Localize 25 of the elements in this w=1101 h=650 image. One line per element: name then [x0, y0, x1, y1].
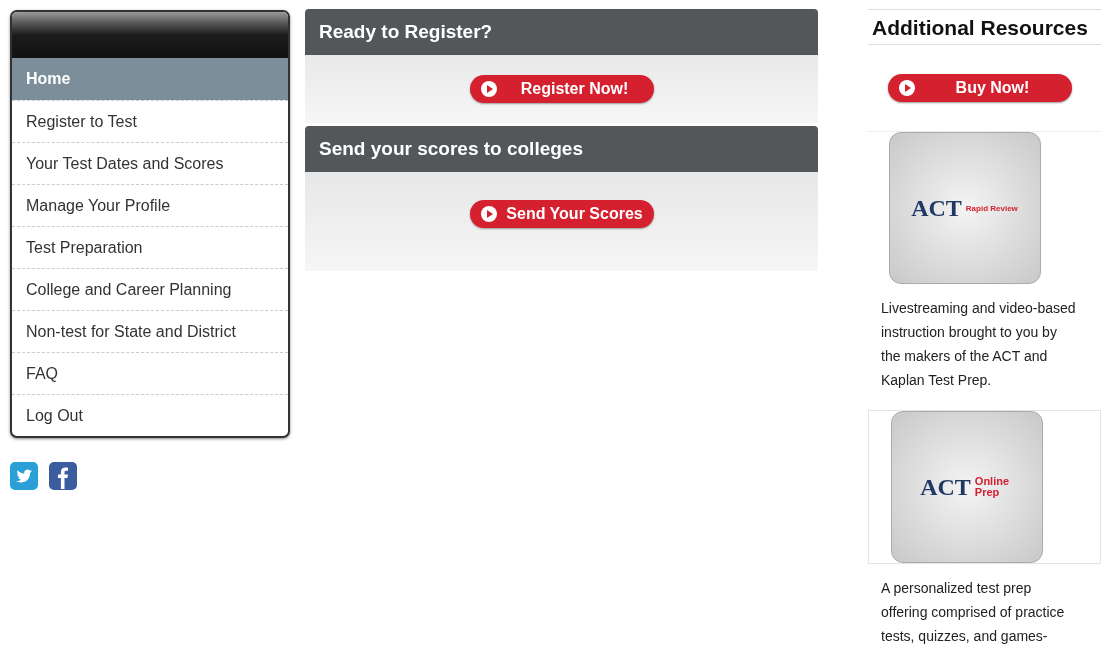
product-description: Livestreaming and video-based instruction brought to you by the makers of the ACT and Kaplan Test Prep. — [881, 299, 1077, 390]
play-icon — [479, 80, 498, 98]
menu-item[interactable]: Register to Test — [12, 100, 288, 142]
menu-item[interactable]: College and Career Planning — [12, 268, 288, 310]
action-button[interactable]: Register Now! — [469, 75, 654, 103]
menu-item[interactable]: Non-test for State and District — [12, 310, 288, 352]
logo-tagline: Rapid Review — [965, 203, 1018, 213]
menu-item[interactable]: Manage Your Profile — [12, 184, 288, 226]
f-icon[interactable] — [49, 462, 77, 490]
bird-icon[interactable] — [10, 462, 38, 490]
section-heading: Additional Resources — [868, 9, 1101, 45]
panel-title: Ready to Register? — [319, 21, 493, 43]
product-description: A personalized test prep offering comprised of practice tests, quizzes, and games- — [881, 579, 1066, 646]
menu-item[interactable]: Your Test Dates and Scores — [12, 142, 288, 184]
menu-item[interactable]: FAQ — [12, 352, 288, 394]
action-button[interactable]: Send Your Scores — [469, 200, 654, 228]
panel-title: Send your scores to colleges — [319, 138, 583, 160]
menu-item[interactable]: Test Preparation — [12, 226, 288, 268]
logo-text: ACT — [920, 473, 971, 501]
menu-item[interactable]: Log Out — [12, 394, 288, 436]
buy-button[interactable]: Buy Now! — [887, 74, 1072, 102]
logo-text: ACT — [911, 194, 962, 222]
play-icon — [479, 205, 498, 223]
logo-tagline: Online Prep — [974, 476, 1011, 498]
play-icon — [897, 79, 916, 97]
